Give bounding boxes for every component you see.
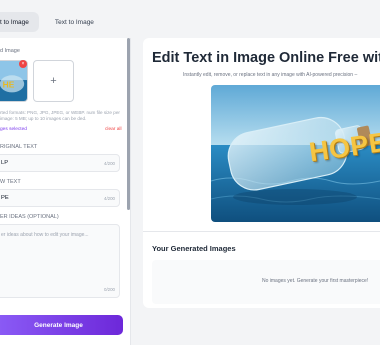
plus-icon: + — [50, 75, 57, 87]
right-panel: Edit Text in Image Online Free wit Insta… — [143, 38, 380, 308]
generated-images-section: Your Generated Images No images yet. Gen… — [143, 231, 380, 308]
empty-state-text: No images yet. Generate your first maste… — [262, 278, 369, 284]
mode-tabs: t to Image Text to Image — [0, 12, 104, 32]
remove-image-icon[interactable]: × — [19, 60, 27, 68]
app-root: t to Image Text to Image d Image HE × + … — [0, 0, 380, 345]
new-text-value: PE — [1, 195, 9, 201]
original-text-value: LP — [1, 160, 9, 166]
thumbnail-word: HE — [3, 80, 15, 90]
hero-title: Edit Text in Image Online Free wit — [152, 50, 380, 66]
new-text-counter: 4/200 — [104, 195, 115, 201]
images-selected-count: ges selected — [0, 127, 27, 132]
new-text-input[interactable]: PE 4/200 — [0, 189, 120, 207]
hero-subtitle: Instantly edit, remove, or replace text … — [183, 72, 358, 78]
other-ideas-placeholder: er ideas about how to edit your image... — [1, 232, 89, 238]
hero-example-image: HOPE — [211, 85, 380, 222]
original-text-counter: 4/200 — [104, 160, 115, 166]
generate-image-button[interactable]: Generate Image — [0, 315, 123, 335]
left-panel-scrollbar[interactable] — [127, 38, 130, 210]
tab-text-to-image[interactable]: Text to Image — [45, 12, 104, 32]
add-image-button[interactable]: + — [33, 60, 74, 102]
clear-all-link[interactable]: clear all — [105, 127, 122, 132]
tab-edit-text-to-image[interactable]: t to Image — [0, 12, 39, 32]
generated-images-empty-state: No images yet. Generate your first maste… — [152, 260, 380, 304]
other-ideas-textarea[interactable]: er ideas about how to edit your image...… — [0, 224, 120, 298]
new-text-label: W TEXT — [0, 179, 21, 185]
left-panel-content: d Image HE × + rted formats: PNG, JPG, J… — [0, 38, 127, 345]
original-text-input[interactable]: LP 4/200 — [0, 154, 120, 172]
upload-label: d Image — [0, 48, 20, 54]
generated-images-title: Your Generated Images — [152, 244, 236, 253]
original-text-label: RIGINAL TEXT — [0, 144, 38, 150]
other-ideas-counter: 0/200 — [104, 287, 115, 292]
other-ideas-label: ER IDEAS (OPTIONAL) — [0, 214, 59, 220]
upload-hint: rted formats: PNG, JPG, JPEG, or WEBP. n… — [0, 110, 120, 122]
left-panel: d Image HE × + rted formats: PNG, JPG, J… — [0, 38, 131, 345]
